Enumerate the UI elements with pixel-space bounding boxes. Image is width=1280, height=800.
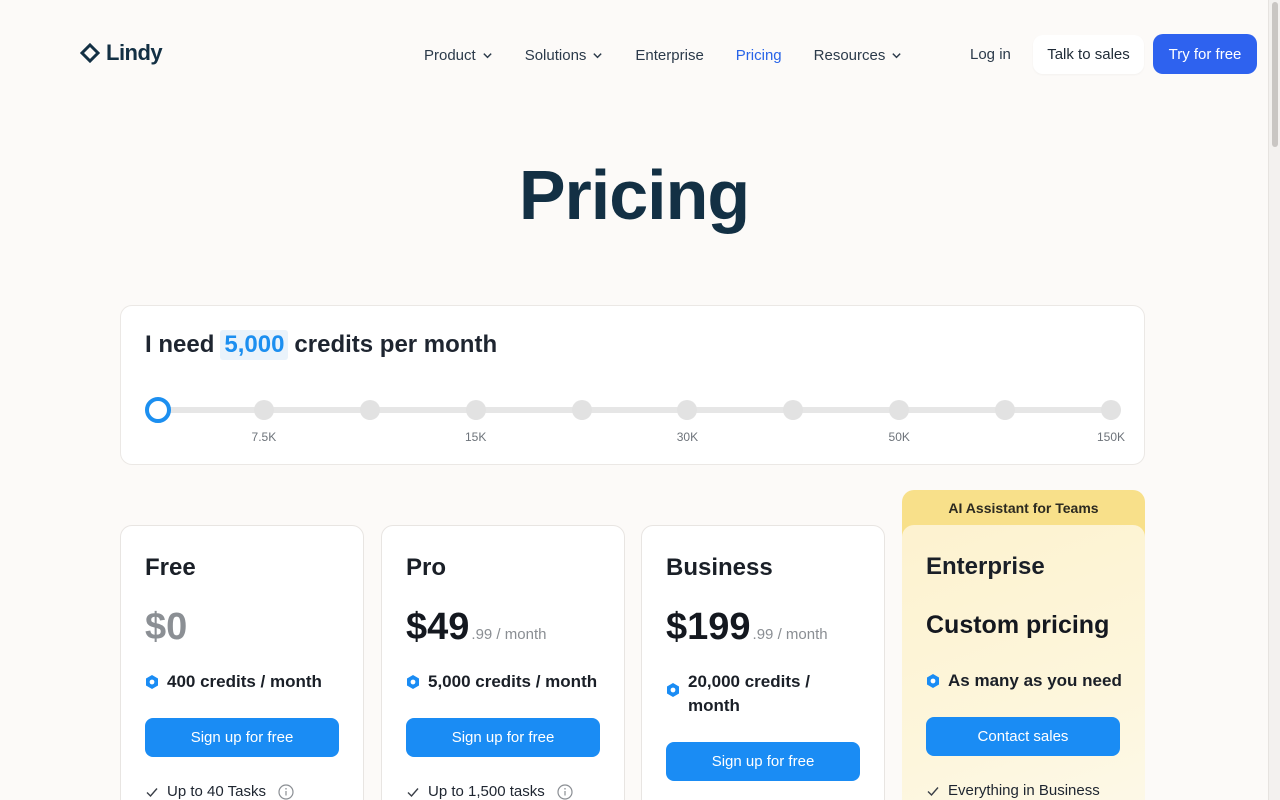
nav-enterprise[interactable]: Enterprise: [635, 44, 703, 66]
try-for-free-button[interactable]: Try for free: [1153, 34, 1257, 74]
slider-stop[interactable]: [253, 400, 274, 420]
main-nav: Product Solutions Enterprise Pricing Res…: [424, 44, 934, 66]
chevron-down-icon: [593, 52, 603, 58]
slider-handle[interactable]: [145, 397, 171, 423]
brand-name: Lindy: [106, 40, 163, 65]
info-icon[interactable]: [278, 783, 294, 800]
enterprise-card-body: Enterprise Custom pricing As many as you…: [902, 525, 1145, 800]
credit-statement: I need 5,000 credits per month: [145, 330, 497, 360]
plan-feature-label: Up to 1,500 tasks: [428, 783, 545, 800]
plan-card-pro: Pro $49 .99 / month 5,000 credits / mont…: [381, 525, 625, 800]
slider-track[interactable]: [157, 407, 1112, 413]
credit-selector: I need 5,000 credits per month 7.5K 15K 30…: [120, 305, 1145, 465]
chevron-down-icon: [483, 52, 492, 58]
plan-price: $0: [145, 606, 187, 649]
plan-price: Custom pricing: [926, 611, 1110, 639]
hexagon-icon: [667, 683, 679, 697]
plan-name: Business: [666, 554, 773, 581]
plan-feature-label: Everything in Business: [948, 782, 1100, 799]
plan-credits-label: 20,000 credits / month: [688, 672, 810, 715]
plan-name: Free: [145, 554, 196, 581]
price-amount: $49: [406, 606, 470, 648]
plan-feature: Up to 1,500 tasks: [406, 783, 573, 800]
brand-logo[interactable]: Lindy: [80, 40, 163, 66]
check-icon: [407, 787, 419, 797]
credit-amount[interactable]: 5,000: [220, 330, 289, 360]
free-signup-button[interactable]: Sign up for free: [145, 718, 339, 757]
nav-resources[interactable]: Resources: [814, 44, 903, 66]
slider-stop[interactable]: [1101, 400, 1121, 420]
page-scrollbar[interactable]: [1268, 0, 1280, 800]
slider-tick-label: 7.5K: [251, 430, 277, 444]
slider-stop[interactable]: [889, 400, 910, 420]
hexagon-icon: [407, 675, 419, 689]
business-signup-button[interactable]: Sign up for free: [666, 742, 860, 781]
scrollbar-thumb[interactable]: [1272, 2, 1278, 147]
price-amount: $199: [666, 606, 751, 648]
slider-tick-label: 150K: [1096, 430, 1126, 444]
slider-stop[interactable]: [783, 400, 804, 420]
plan-credits: 400 credits / month: [145, 670, 345, 694]
plan-name: Pro: [406, 554, 447, 581]
slider-stop[interactable]: [677, 400, 698, 420]
nav-pricing[interactable]: Pricing: [736, 44, 782, 66]
page-title: Pricing: [518, 156, 750, 234]
enterprise-banner: AI Assistant for Teams: [948, 500, 1099, 516]
talk-to-sales-button[interactable]: Talk to sales: [1033, 35, 1144, 74]
plan-price: $49 .99 / month: [406, 606, 546, 649]
slider-stop[interactable]: [995, 400, 1016, 420]
plan-feature-label: Up to 40 Tasks: [167, 783, 266, 800]
site-header: Lindy Product Solutions Enterprise Prici…: [0, 0, 1268, 110]
logo-icon: [80, 43, 100, 63]
credit-slider[interactable]: 7.5K 15K 30K 50K 150K: [121, 394, 1146, 454]
hexagon-icon: [146, 675, 158, 689]
plan-card-enterprise: AI Assistant for Teams Enterprise Custom…: [902, 490, 1145, 800]
info-icon[interactable]: [557, 783, 573, 800]
plan-card-free: Free $0 400 credits / month Sign up for …: [120, 525, 364, 800]
nav-resources-label: Resources: [813, 46, 886, 64]
plan-credits-label: 400 credits / month: [167, 672, 322, 691]
slider-tick-label: 50K: [888, 430, 910, 444]
hexagon-icon: [927, 674, 939, 688]
nav-enterprise-label: Enterprise: [635, 46, 704, 64]
plan-credits: 20,000 credits / month: [666, 670, 836, 718]
credit-suffix: credits per month: [294, 331, 498, 358]
slider-tick-label: 30K: [676, 430, 699, 444]
plan-credits: As many as you need: [926, 669, 1126, 693]
check-icon: [927, 786, 939, 796]
nav-solutions-label: Solutions: [524, 46, 587, 64]
plan-feature: Up to 40 Tasks: [145, 783, 294, 800]
nav-product[interactable]: Product: [424, 44, 493, 66]
pro-signup-button[interactable]: Sign up for free: [406, 718, 600, 757]
plan-price: $199 .99 / month: [666, 606, 828, 649]
check-icon: [146, 787, 158, 797]
nav-solutions[interactable]: Solutions: [525, 44, 604, 66]
plan-credits-label: 5,000 credits / month: [428, 672, 598, 691]
plan-name: Enterprise: [926, 553, 1045, 580]
login-link[interactable]: Log in: [970, 46, 1011, 63]
plan-card-business: Business $199 .99 / month 20,000 credits…: [641, 525, 885, 800]
plan-credits-label: As many as you need: [948, 671, 1122, 690]
price-cents: .99 / month: [752, 626, 828, 643]
plan-feature: Everything in Business: [926, 782, 1100, 799]
contact-sales-button[interactable]: Contact sales: [926, 717, 1120, 756]
slider-stop[interactable]: [359, 400, 380, 420]
slider-tick-label: 15K: [464, 430, 487, 444]
slider-stop[interactable]: [465, 400, 486, 420]
price-cents: .99 / month: [471, 626, 547, 643]
nav-product-label: Product: [424, 46, 476, 64]
credit-prefix: I need: [145, 331, 215, 358]
price-amount: $0: [145, 606, 188, 648]
chevron-down-icon: [892, 52, 902, 58]
nav-pricing-label: Pricing: [735, 46, 782, 64]
slider-stop[interactable]: [571, 400, 592, 420]
plan-credits: 5,000 credits / month: [406, 670, 606, 694]
